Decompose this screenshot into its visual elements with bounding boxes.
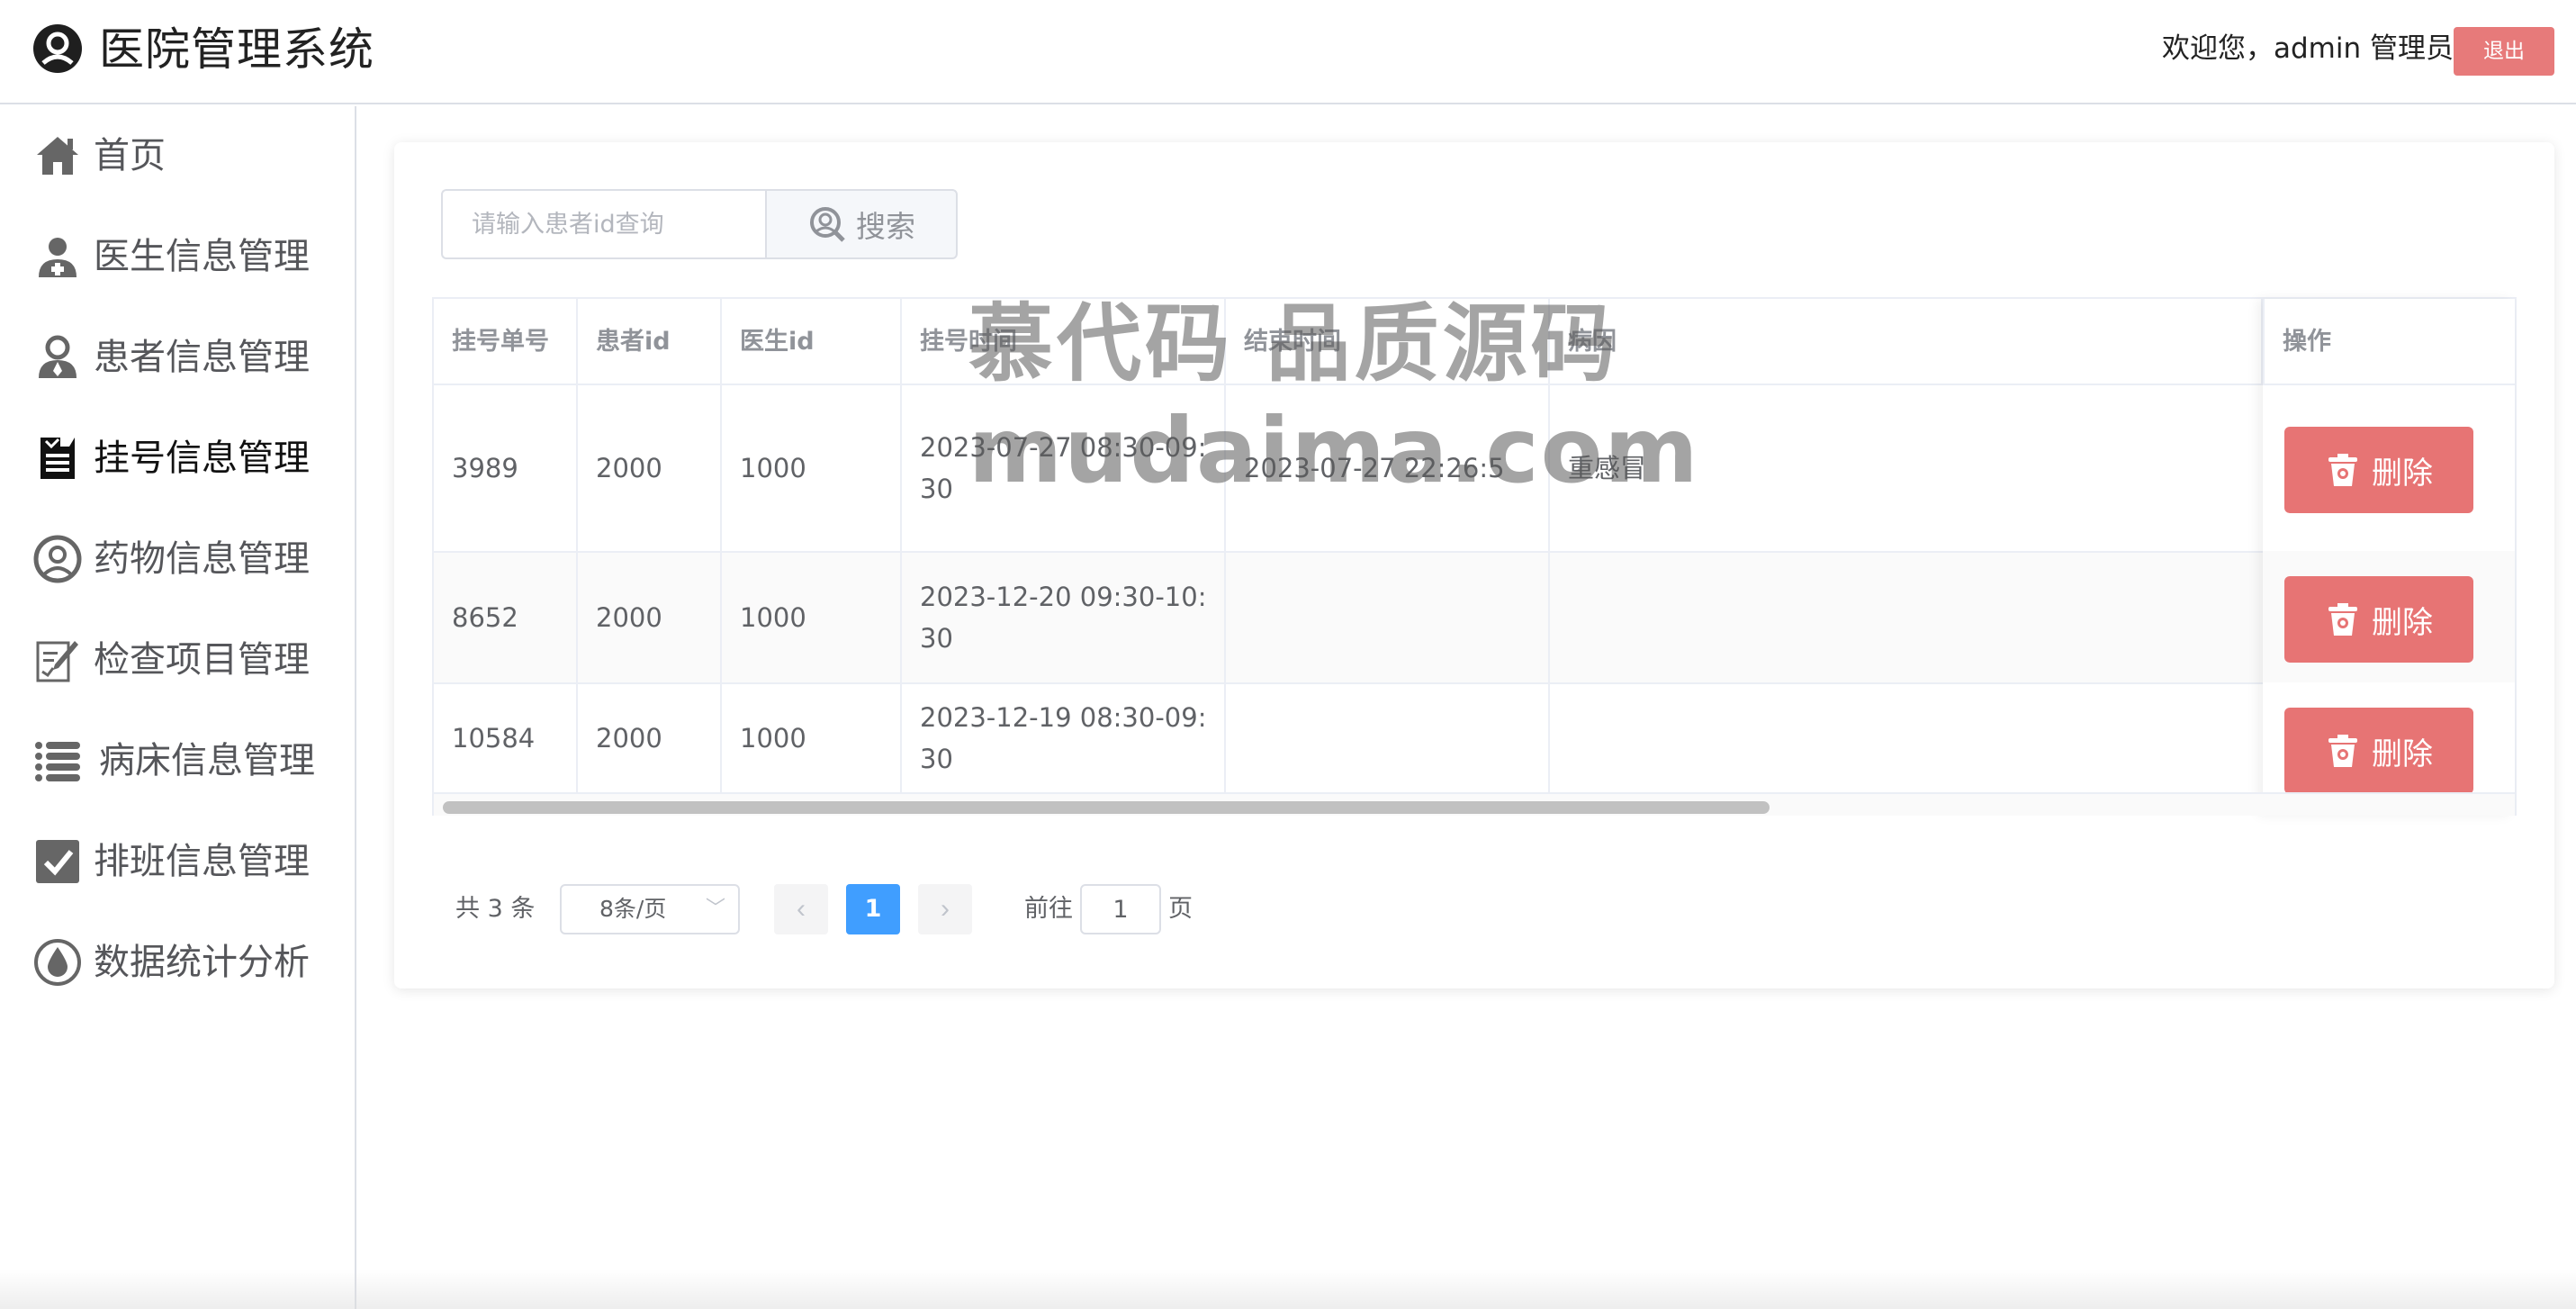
table-cell: 1000	[722, 553, 902, 684]
sidebar-item-label: 病床信息管理	[99, 740, 315, 781]
table-cell: 1000	[722, 684, 902, 792]
chevron-down-icon: ﹀	[705, 898, 725, 920]
edit-checklist-icon	[32, 635, 83, 685]
table-cell	[1550, 553, 2263, 684]
page-size-value: 8条/页	[599, 896, 667, 922]
table-cell: 8652	[434, 553, 578, 684]
table-cell: 10584	[434, 684, 578, 792]
search-input[interactable]	[441, 189, 767, 259]
table-cell: 2000	[578, 684, 722, 792]
list-icon	[32, 736, 83, 786]
table-cell	[1226, 553, 1550, 684]
sidebar: 首页 医生信息管理 患者信息管理 挂号信息管理 药物信息管理 检查项目管理 病床…	[0, 106, 356, 1309]
sidebar-item-label: 排班信息管理	[94, 841, 310, 882]
column-header[interactable]: 挂号时间	[902, 299, 1226, 385]
table-cell: 2000	[578, 553, 722, 684]
column-header[interactable]: 结束时间	[1226, 299, 1550, 385]
prev-page-button[interactable]: ‹	[774, 884, 828, 934]
sidebar-item-label: 数据统计分析	[94, 942, 310, 983]
logout-button[interactable]: 退出	[2454, 27, 2554, 76]
table-cell: 3989	[434, 385, 578, 553]
sidebar-item-label: 患者信息管理	[94, 337, 310, 378]
trash-icon	[2328, 603, 2357, 636]
sidebar-item-patients[interactable]: 患者信息管理	[0, 317, 355, 398]
table-cell: 重感冒	[1550, 385, 2263, 553]
column-header: 操作	[2263, 299, 2515, 385]
doctor-icon	[32, 231, 83, 282]
sidebar-item-label: 首页	[94, 135, 166, 176]
welcome-text: 欢迎您，admin 管理员	[2162, 32, 2454, 65]
sidebar-item-label: 药物信息管理	[94, 538, 310, 580]
table-cell	[1226, 684, 1550, 792]
search-button[interactable]: 搜索	[765, 189, 958, 259]
drop-icon	[32, 937, 83, 988]
page-number-current[interactable]: 1	[846, 884, 900, 934]
next-page-button[interactable]: ›	[918, 884, 972, 934]
table-cell: 2023-12-20 09:30-10:30	[902, 553, 1226, 684]
search-button-label: 搜索	[856, 209, 915, 244]
table-cell	[1550, 684, 2263, 792]
sidebar-item-beds[interactable]: 病床信息管理	[0, 720, 355, 801]
chevron-left-icon: ‹	[797, 894, 806, 924]
home-icon	[32, 131, 83, 181]
table-cell: 2023-07-27 22:26:5	[1226, 385, 1550, 553]
delete-button[interactable]: 删除	[2284, 708, 2473, 794]
delete-button[interactable]: 删除	[2284, 576, 2473, 663]
delete-button-label: 删除	[2372, 604, 2433, 641]
sidebar-item-label: 检查项目管理	[94, 639, 310, 681]
pagination-total: 共 3 条	[455, 895, 536, 923]
horizontal-scrollbar[interactable]	[434, 792, 2515, 816]
window-bottom-shadow	[0, 1269, 2576, 1309]
search-icon	[810, 207, 845, 242]
patient-icon	[32, 332, 83, 383]
sidebar-item-registration[interactable]: 挂号信息管理	[0, 418, 355, 499]
page-suffix-label: 页	[1168, 895, 1193, 923]
sidebar-item-schedule[interactable]: 排班信息管理	[0, 821, 355, 902]
table-cell: 2023-07-27 08:30-09:30	[902, 385, 1226, 553]
clipboard-icon	[32, 433, 83, 483]
column-header[interactable]: 挂号单号	[434, 299, 578, 385]
sidebar-item-medicine[interactable]: 药物信息管理	[0, 519, 355, 600]
sidebar-item-home[interactable]: 首页	[0, 115, 355, 196]
delete-button[interactable]: 删除	[2284, 427, 2473, 513]
sidebar-item-doctors[interactable]: 医生信息管理	[0, 216, 355, 297]
sidebar-item-statistics[interactable]: 数据统计分析	[0, 922, 355, 1003]
chevron-right-icon: ›	[941, 894, 950, 924]
goto-page-input[interactable]	[1080, 884, 1161, 934]
table-cell: 2023-12-19 08:30-09:30	[902, 684, 1226, 792]
column-header[interactable]: 病因	[1550, 299, 2263, 385]
column-header[interactable]: 患者id	[578, 299, 722, 385]
logo-icon	[33, 24, 82, 73]
sidebar-item-label: 医生信息管理	[94, 236, 310, 277]
trash-icon	[2328, 735, 2357, 767]
page-size-select[interactable]: 8条/页 ﹀	[560, 884, 740, 934]
app-title: 医院管理系统	[99, 23, 374, 76]
goto-label: 前往	[1024, 895, 1073, 923]
sidebar-item-label: 挂号信息管理	[94, 438, 310, 479]
sidebar-item-examinations[interactable]: 检查项目管理	[0, 619, 355, 700]
medicine-icon	[32, 534, 83, 584]
app-header: 医院管理系统 欢迎您，admin 管理员 退出	[0, 0, 2576, 104]
table-cell: 2000	[578, 385, 722, 553]
delete-button-label: 删除	[2372, 455, 2433, 492]
delete-button-label: 删除	[2372, 736, 2433, 772]
checkbox-icon	[32, 836, 83, 887]
registration-table: 挂号单号 患者id 医生id 挂号时间 结束时间 病因 操作 3989 2000…	[432, 297, 2517, 816]
trash-icon	[2328, 454, 2357, 486]
column-header[interactable]: 医生id	[722, 299, 902, 385]
scrollbar-thumb[interactable]	[443, 801, 1770, 814]
table-cell: 1000	[722, 385, 902, 553]
